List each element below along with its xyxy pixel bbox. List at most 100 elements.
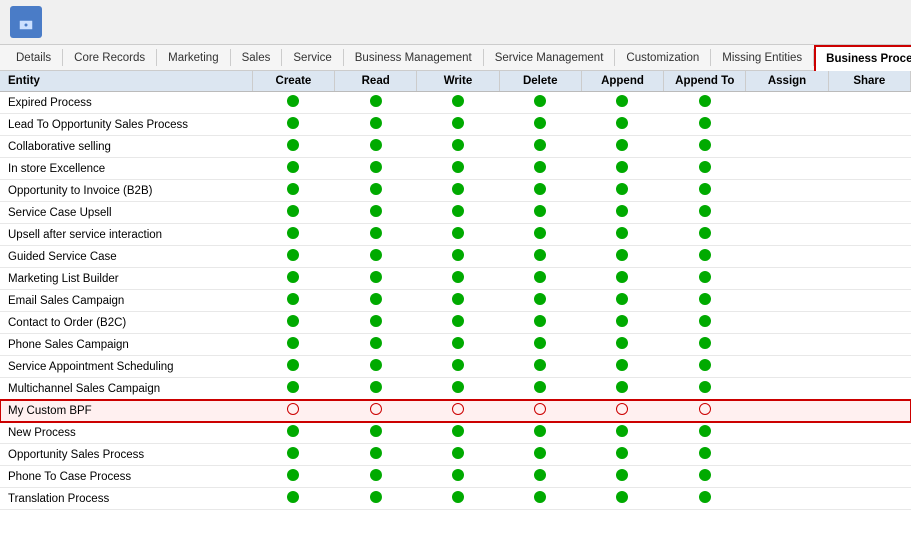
permission-dot-full[interactable] — [287, 161, 299, 173]
cell-read[interactable] — [335, 334, 417, 356]
permission-dot-full[interactable] — [699, 139, 711, 151]
permission-dot-full[interactable] — [287, 447, 299, 459]
permission-dot-full[interactable] — [534, 117, 546, 129]
permission-dot-full[interactable] — [699, 271, 711, 283]
table-row[interactable]: Expired Process — [0, 92, 911, 114]
cell-create[interactable] — [252, 356, 334, 378]
cell-appendto[interactable] — [664, 136, 746, 158]
permission-dot-full[interactable] — [452, 447, 464, 459]
cell-create[interactable] — [252, 158, 334, 180]
cell-delete[interactable] — [499, 422, 581, 444]
cell-delete[interactable] — [499, 158, 581, 180]
permission-dot-full[interactable] — [616, 117, 628, 129]
cell-assign[interactable] — [746, 180, 828, 202]
cell-create[interactable] — [252, 444, 334, 466]
cell-delete[interactable] — [499, 378, 581, 400]
permission-dot-full[interactable] — [370, 249, 382, 261]
permission-dot-full[interactable] — [287, 359, 299, 371]
cell-append[interactable] — [581, 224, 663, 246]
permission-dot-full[interactable] — [370, 293, 382, 305]
cell-read[interactable] — [335, 444, 417, 466]
permission-dot-full[interactable] — [287, 139, 299, 151]
permission-dot-full[interactable] — [370, 205, 382, 217]
cell-create[interactable] — [252, 378, 334, 400]
permission-dot-full[interactable] — [452, 205, 464, 217]
cell-appendto[interactable] — [664, 488, 746, 510]
permission-dot-empty[interactable] — [287, 403, 299, 415]
tab-service-management[interactable]: Service Management — [484, 45, 615, 70]
cell-appendto[interactable] — [664, 158, 746, 180]
cell-share[interactable] — [828, 202, 910, 224]
permission-dot-full[interactable] — [534, 425, 546, 437]
cell-assign[interactable] — [746, 312, 828, 334]
cell-appendto[interactable] — [664, 180, 746, 202]
table-row[interactable]: Guided Service Case — [0, 246, 911, 268]
permission-dot-full[interactable] — [452, 337, 464, 349]
tab-marketing[interactable]: Marketing — [157, 45, 230, 70]
cell-append[interactable] — [581, 92, 663, 114]
cell-create[interactable] — [252, 290, 334, 312]
cell-assign[interactable] — [746, 488, 828, 510]
permission-dot-full[interactable] — [370, 425, 382, 437]
cell-delete[interactable] — [499, 92, 581, 114]
permission-dot-full[interactable] — [452, 491, 464, 503]
cell-write[interactable] — [417, 114, 499, 136]
permission-dot-full[interactable] — [287, 205, 299, 217]
cell-appendto[interactable] — [664, 466, 746, 488]
cell-create[interactable] — [252, 466, 334, 488]
permission-dot-full[interactable] — [534, 183, 546, 195]
tab-customization[interactable]: Customization — [615, 45, 710, 70]
permission-dot-full[interactable] — [616, 315, 628, 327]
permission-dot-full[interactable] — [616, 491, 628, 503]
cell-write[interactable] — [417, 224, 499, 246]
cell-create[interactable] — [252, 114, 334, 136]
permission-dot-full[interactable] — [452, 469, 464, 481]
cell-read[interactable] — [335, 356, 417, 378]
cell-write[interactable] — [417, 378, 499, 400]
permission-dot-full[interactable] — [370, 381, 382, 393]
tab-business-management[interactable]: Business Management — [344, 45, 483, 70]
cell-share[interactable] — [828, 114, 910, 136]
permission-dot-full[interactable] — [452, 183, 464, 195]
cell-delete[interactable] — [499, 334, 581, 356]
cell-write[interactable] — [417, 136, 499, 158]
cell-write[interactable] — [417, 268, 499, 290]
permission-dot-full[interactable] — [452, 381, 464, 393]
permission-dot-full[interactable] — [370, 183, 382, 195]
tab-details[interactable]: Details — [5, 45, 62, 70]
permission-dot-full[interactable] — [534, 447, 546, 459]
cell-read[interactable] — [335, 400, 417, 422]
cell-share[interactable] — [828, 136, 910, 158]
cell-append[interactable] — [581, 136, 663, 158]
permission-dot-full[interactable] — [452, 161, 464, 173]
cell-delete[interactable] — [499, 488, 581, 510]
cell-write[interactable] — [417, 180, 499, 202]
cell-delete[interactable] — [499, 202, 581, 224]
cell-assign[interactable] — [746, 422, 828, 444]
permission-dot-full[interactable] — [699, 161, 711, 173]
cell-delete[interactable] — [499, 466, 581, 488]
cell-create[interactable] — [252, 246, 334, 268]
cell-appendto[interactable] — [664, 224, 746, 246]
permission-dot-full[interactable] — [616, 95, 628, 107]
permission-dot-full[interactable] — [287, 227, 299, 239]
cell-read[interactable] — [335, 224, 417, 246]
table-row[interactable]: Multichannel Sales Campaign — [0, 378, 911, 400]
cell-create[interactable] — [252, 180, 334, 202]
cell-write[interactable] — [417, 444, 499, 466]
permission-dot-full[interactable] — [534, 491, 546, 503]
cell-share[interactable] — [828, 246, 910, 268]
cell-share[interactable] — [828, 180, 910, 202]
cell-append[interactable] — [581, 444, 663, 466]
cell-create[interactable] — [252, 92, 334, 114]
cell-assign[interactable] — [746, 400, 828, 422]
cell-share[interactable] — [828, 378, 910, 400]
cell-share[interactable] — [828, 312, 910, 334]
cell-appendto[interactable] — [664, 268, 746, 290]
permission-dot-full[interactable] — [616, 161, 628, 173]
permission-dot-full[interactable] — [534, 227, 546, 239]
cell-read[interactable] — [335, 378, 417, 400]
permission-dot-full[interactable] — [452, 249, 464, 261]
tab-missing-entities[interactable]: Missing Entities — [711, 45, 813, 70]
permission-dot-full[interactable] — [699, 183, 711, 195]
